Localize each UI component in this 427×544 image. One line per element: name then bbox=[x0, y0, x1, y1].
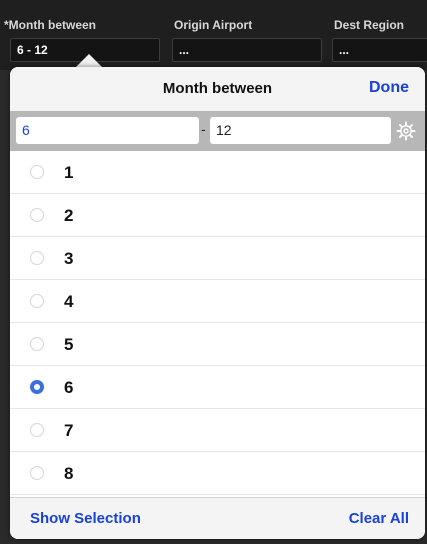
range-to-input[interactable]: 12 bbox=[210, 117, 391, 144]
radio-icon[interactable] bbox=[30, 208, 44, 222]
range-bar: 6 - 12 bbox=[10, 111, 425, 151]
filter-value-box[interactable]: ... bbox=[172, 38, 322, 62]
option-label: 7 bbox=[64, 421, 74, 440]
show-selection-button[interactable]: Show Selection bbox=[30, 510, 141, 527]
radio-icon[interactable] bbox=[30, 294, 44, 308]
radio-icon[interactable] bbox=[30, 165, 44, 179]
option-label: 8 bbox=[64, 464, 74, 483]
month-between-popover: Month between Done 6 - 12 12345678 Show … bbox=[10, 67, 425, 539]
option-label: 2 bbox=[64, 206, 74, 225]
range-separator: - bbox=[201, 121, 206, 137]
popover-footer: Show Selection Clear All bbox=[10, 497, 425, 539]
option-label: 5 bbox=[64, 335, 74, 354]
option-row[interactable]: 4 bbox=[10, 280, 425, 323]
option-row[interactable]: 8 bbox=[10, 452, 425, 495]
filter-label: Dest Region bbox=[334, 18, 405, 32]
month-options-list: 1 2 3 4 5 6 7 8 bbox=[10, 151, 425, 497]
option-row[interactable]: 5 bbox=[10, 323, 425, 366]
radio-icon[interactable] bbox=[30, 337, 44, 351]
radio-icon[interactable] bbox=[30, 423, 44, 437]
option-label: 1 bbox=[64, 163, 74, 182]
radio-icon[interactable] bbox=[30, 466, 44, 480]
filter-label: *Month between bbox=[4, 18, 96, 32]
filter-bar: *Month between 6 - 12 Origin Airport ...… bbox=[0, 0, 427, 70]
popover-arrow bbox=[76, 54, 102, 67]
filter-value-box[interactable]: ... bbox=[332, 38, 427, 62]
done-button[interactable]: Done bbox=[369, 79, 409, 97]
radio-selected-icon[interactable] bbox=[30, 380, 44, 394]
popover-title: Month between bbox=[162, 80, 273, 97]
filter-label: Origin Airport bbox=[174, 18, 253, 32]
option-label: 6 bbox=[64, 378, 74, 397]
option-row[interactable]: 1 bbox=[10, 151, 425, 194]
clear-all-button[interactable]: Clear All bbox=[349, 510, 409, 527]
option-label: 3 bbox=[64, 249, 74, 268]
option-row[interactable]: 6 bbox=[10, 366, 425, 409]
radio-icon[interactable] bbox=[30, 251, 44, 265]
option-label: 4 bbox=[64, 292, 74, 311]
option-row[interactable]: 7 bbox=[10, 409, 425, 452]
popover-header: Month between Done bbox=[10, 67, 425, 111]
range-from-input[interactable]: 6 bbox=[16, 117, 199, 144]
gear-icon[interactable] bbox=[396, 121, 416, 141]
option-row[interactable]: 2 bbox=[10, 194, 425, 237]
option-row[interactable]: 3 bbox=[10, 237, 425, 280]
